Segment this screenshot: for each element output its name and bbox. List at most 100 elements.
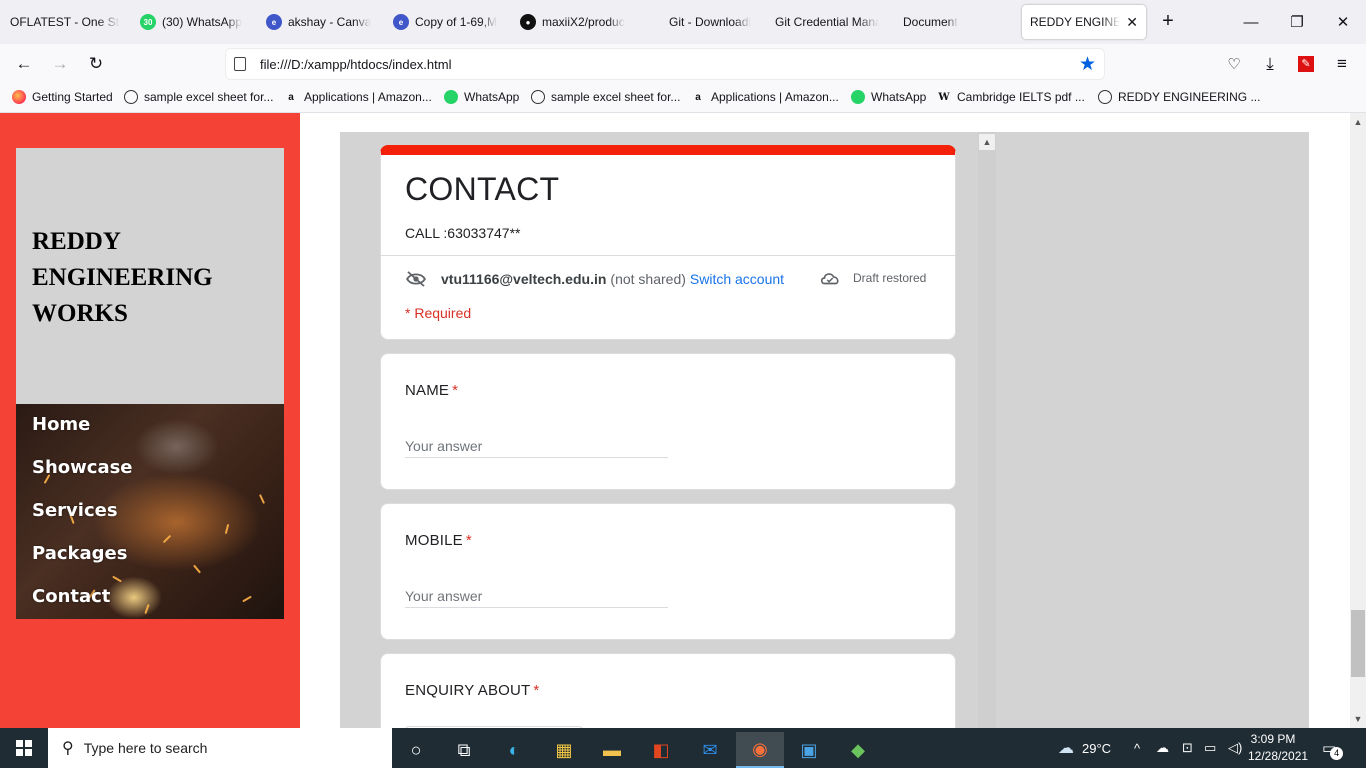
required-note: * Required bbox=[405, 305, 472, 321]
bookmark-amazon[interactable]: a Applications | Amazon... bbox=[284, 90, 432, 104]
frame-scrollbar[interactable]: ▲ bbox=[978, 132, 996, 728]
bookmark-star-icon[interactable]: ★ bbox=[1079, 53, 1096, 76]
tray-chevron-icon[interactable]: ^ bbox=[1134, 728, 1140, 768]
divider bbox=[381, 255, 955, 256]
bookmark-label: Applications | Amazon... bbox=[304, 90, 432, 104]
globe-icon bbox=[1098, 90, 1112, 104]
onedrive-icon[interactable]: ☁ bbox=[1156, 728, 1169, 768]
nav-showcase[interactable]: Showcase bbox=[32, 457, 133, 478]
notification-center[interactable]: ▭ 4 bbox=[1322, 728, 1344, 768]
tab-label: akshay - Canva bbox=[288, 15, 372, 29]
bookmark-label: sample excel sheet for... bbox=[551, 90, 681, 104]
scroll-up-arrow-icon[interactable]: ▲ bbox=[979, 134, 995, 150]
file-explorer-icon[interactable]: ▬ bbox=[588, 732, 636, 768]
page-scrollbar[interactable]: ▲ ▼ bbox=[1350, 113, 1366, 728]
restore-icon[interactable]: ❐ bbox=[1274, 0, 1320, 44]
tab-whatsapp[interactable]: 30 (30) WhatsApp bbox=[132, 5, 256, 39]
nav-packages[interactable]: Packages bbox=[32, 543, 127, 564]
page-icon bbox=[234, 57, 246, 71]
edge-icon[interactable]: ◐ bbox=[490, 732, 538, 768]
close-tab-icon[interactable]: ✕ bbox=[1126, 14, 1138, 31]
weather-widget[interactable]: ☁ 29°C bbox=[1058, 728, 1111, 768]
nav-services[interactable]: Services bbox=[32, 500, 118, 521]
bookmark-whatsapp[interactable]: WhatsApp bbox=[851, 90, 926, 104]
mobile-input[interactable] bbox=[405, 584, 668, 608]
tab-canva[interactable]: e akshay - Canva bbox=[258, 5, 382, 39]
globe-icon bbox=[531, 90, 545, 104]
bookmark-amazon[interactable]: a Applications | Amazon... bbox=[691, 90, 839, 104]
tab-document[interactable]: Document bbox=[895, 5, 1015, 39]
windows-icon bbox=[16, 740, 32, 756]
bookmark-sample-excel[interactable]: sample excel sheet for... bbox=[531, 90, 680, 104]
tab-reddy-engineering[interactable]: REDDY ENGINEERI ✕ bbox=[1022, 5, 1146, 39]
network-icon[interactable]: ▭ bbox=[1204, 728, 1216, 768]
cloud-check-icon bbox=[820, 273, 839, 285]
notification-count: 4 bbox=[1330, 746, 1344, 760]
menu-hamburger-icon[interactable]: ≡ bbox=[1328, 50, 1356, 78]
start-button[interactable] bbox=[0, 728, 48, 768]
pocket-icon[interactable]: ♡ bbox=[1220, 50, 1248, 78]
tab-github[interactable]: ● maxiiX2/produc bbox=[512, 5, 636, 39]
scrollbar-thumb[interactable] bbox=[1351, 610, 1365, 677]
search-icon: ⚲ bbox=[62, 740, 74, 757]
taskbar-search[interactable]: ⚲ Type here to search bbox=[48, 728, 392, 768]
reload-icon[interactable]: ↻ bbox=[82, 50, 110, 78]
bookmark-label: Applications | Amazon... bbox=[711, 90, 839, 104]
bookmark-whatsapp[interactable]: WhatsApp bbox=[444, 90, 519, 104]
tab-git-credential[interactable]: Git Credential Mana bbox=[767, 5, 887, 39]
tab-copy-of[interactable]: e Copy of 1-69,M bbox=[385, 5, 509, 39]
tab-label: Copy of 1-69,M bbox=[415, 15, 498, 29]
tab-label: Document bbox=[903, 15, 958, 29]
bookmark-reddy-engineering[interactable]: REDDY ENGINEERING ... bbox=[1098, 90, 1260, 104]
downloads-icon[interactable]: ⤓ bbox=[1256, 50, 1284, 78]
git-icon[interactable]: ◆ bbox=[834, 732, 882, 768]
required-asterisk: * bbox=[533, 682, 540, 699]
clock[interactable]: 3:09 PM 12/28/2021 bbox=[1248, 731, 1308, 765]
task-view-icon[interactable]: ⧉ bbox=[440, 732, 488, 768]
eye-off-icon bbox=[406, 271, 426, 287]
photos-icon[interactable]: ▣ bbox=[785, 732, 833, 768]
new-tab-button[interactable]: + bbox=[1156, 10, 1180, 34]
form-title: CONTACT bbox=[405, 171, 560, 207]
globe-icon bbox=[124, 90, 138, 104]
office-icon[interactable]: ◧ bbox=[637, 732, 685, 768]
firefox-icon[interactable]: ◉ bbox=[736, 732, 784, 768]
bookmarks-toolbar: Getting Started sample excel sheet for..… bbox=[0, 84, 1366, 113]
minimize-icon[interactable]: — bbox=[1228, 0, 1274, 44]
url-text[interactable]: file:///D:/xampp/htdocs/index.html bbox=[260, 57, 451, 72]
bookmark-cambridge-ielts[interactable]: W Cambridge IELTS pdf ... bbox=[937, 90, 1084, 104]
extension-icon[interactable]: ✎ bbox=[1292, 50, 1320, 78]
close-window-icon[interactable]: ✕ bbox=[1320, 0, 1366, 44]
github-icon: ● bbox=[520, 14, 536, 30]
sidebar: REDDY ENGINEERING WORKS Home Showcase Se… bbox=[0, 113, 300, 728]
tab-label: maxiiX2/produc bbox=[542, 15, 625, 29]
cortana-icon[interactable]: ○ bbox=[392, 732, 440, 768]
back-arrow-icon[interactable]: ← bbox=[10, 50, 38, 78]
tab-oflatest[interactable]: OFLATEST - One Sto bbox=[2, 5, 128, 39]
scroll-up-icon[interactable]: ▲ bbox=[1350, 115, 1366, 129]
name-input[interactable] bbox=[405, 434, 668, 458]
nav-home[interactable]: Home bbox=[32, 414, 90, 435]
tab-git-download[interactable]: Git - Downloadi bbox=[661, 5, 761, 39]
edge-icon: e bbox=[393, 14, 409, 30]
address-bar[interactable]: file:///D:/xampp/htdocs/index.html ★ bbox=[226, 49, 1104, 79]
bookmark-getting-started[interactable]: Getting Started bbox=[12, 90, 113, 104]
store-icon[interactable]: ▦ bbox=[540, 732, 588, 768]
volume-icon[interactable]: ◁) bbox=[1228, 728, 1242, 768]
form-description: CALL :63033747** bbox=[405, 225, 521, 241]
question-label: NAME * bbox=[405, 382, 459, 399]
search-placeholder: Type here to search bbox=[83, 740, 208, 756]
bookmark-label: WhatsApp bbox=[464, 90, 520, 104]
page-viewport: REDDY ENGINEERING WORKS Home Showcase Se… bbox=[0, 113, 1350, 728]
forward-arrow-icon[interactable]: → bbox=[46, 50, 74, 78]
scroll-down-icon[interactable]: ▼ bbox=[1350, 712, 1366, 726]
bookmark-sample-excel[interactable]: sample excel sheet for... bbox=[124, 90, 273, 104]
meet-now-icon[interactable]: ⊡ bbox=[1182, 728, 1193, 768]
nav-contact[interactable]: Contact bbox=[32, 586, 110, 607]
switch-account-link[interactable]: Switch account bbox=[690, 271, 784, 287]
question-card-name: NAME * bbox=[380, 353, 956, 490]
firefox-icon bbox=[12, 90, 26, 104]
mail-icon[interactable]: ✉ bbox=[686, 732, 734, 768]
cambridge-icon: W bbox=[938, 91, 950, 103]
amazon-icon: a bbox=[288, 91, 294, 103]
